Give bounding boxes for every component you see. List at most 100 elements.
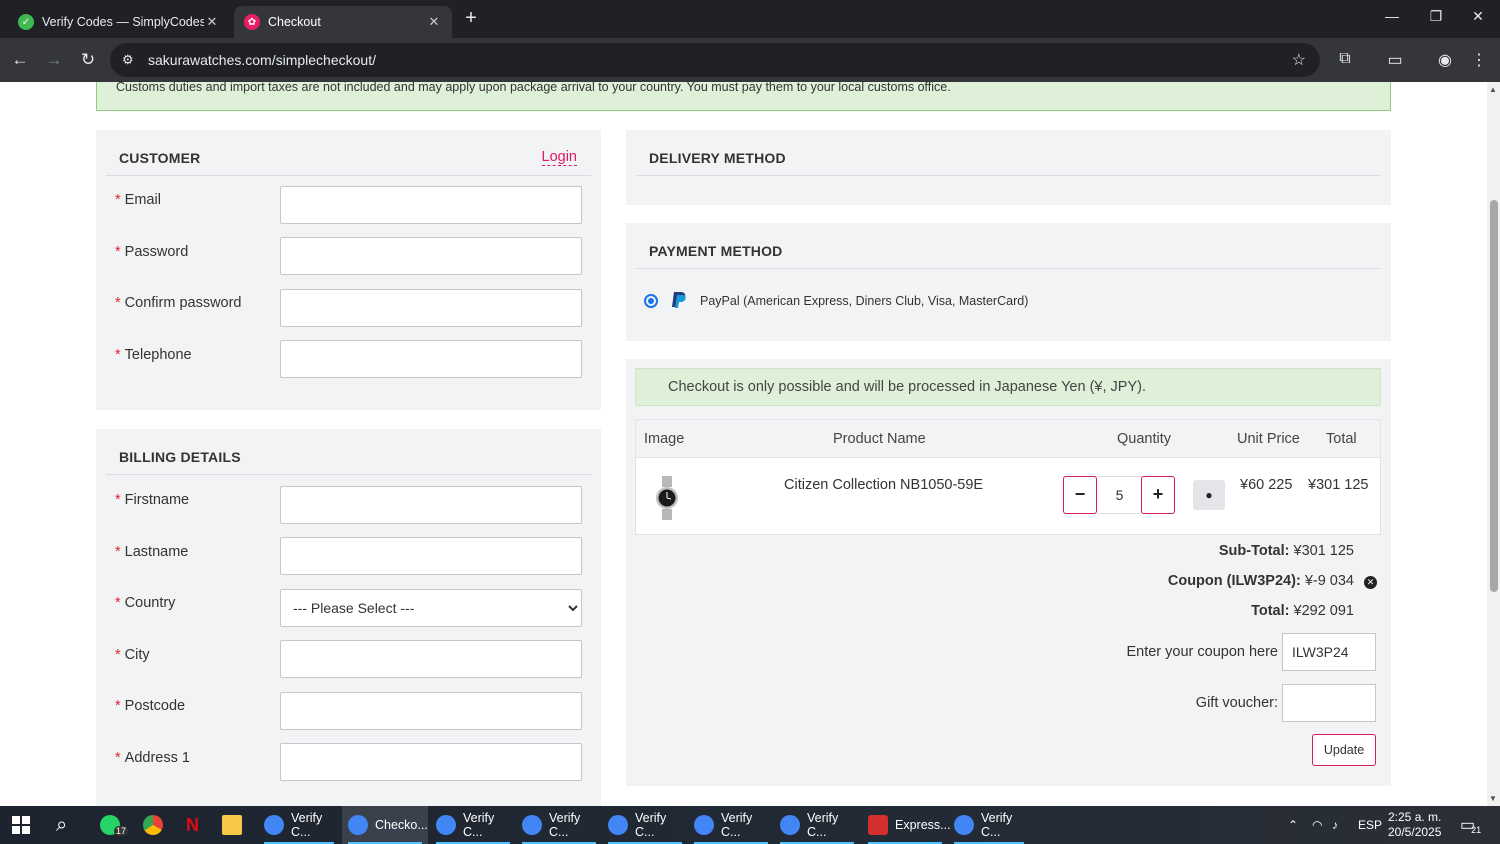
email-field[interactable] [280, 186, 582, 224]
email-label: * Email [115, 192, 161, 208]
wifi-icon[interactable]: ◠ [1312, 806, 1322, 844]
firstname-label: * Firstname [115, 492, 190, 508]
divider [106, 474, 591, 475]
postcode-label: * Postcode [115, 698, 186, 714]
telephone-label: * Telephone [115, 347, 192, 363]
address1-field[interactable] [280, 743, 582, 781]
volume-icon[interactable]: ♪ [1332, 806, 1338, 844]
taskbar-item-7[interactable]: Verify C... [774, 806, 860, 844]
clock-time: 2:25 a. m. [1388, 810, 1442, 824]
taskbar-item-3[interactable]: Verify C... [430, 806, 516, 844]
confirm-password-field[interactable] [280, 289, 582, 327]
product-name[interactable]: Citizen Collection NB1050-59E [784, 477, 983, 493]
scroll-up-icon[interactable]: ▲ [1489, 85, 1497, 94]
page-scrollbar[interactable]: ▲ ▼ [1487, 82, 1500, 806]
close-window-icon[interactable]: ✕ [1458, 8, 1498, 25]
telephone-field[interactable] [280, 340, 582, 378]
close-tab-icon[interactable]: ✕ [204, 14, 220, 30]
decrease-quantity-button[interactable]: − [1063, 476, 1097, 514]
whatsapp-icon[interactable]: 17 [100, 806, 129, 844]
address1-label: * Address 1 [115, 750, 190, 766]
url-text: sakurawatches.com/simplecheckout/ [148, 52, 376, 68]
tab-checkout[interactable]: ✿ Checkout ✕ [234, 6, 452, 38]
login-link[interactable]: Login [541, 149, 577, 166]
windows-start-icon[interactable] [12, 816, 30, 834]
gift-voucher-input[interactable] [1282, 684, 1376, 722]
bookmark-star-icon[interactable]: ☆ [1292, 50, 1306, 70]
postcode-field[interactable] [280, 692, 582, 730]
language-indicator[interactable]: ESP [1358, 806, 1382, 844]
firstname-field[interactable] [280, 486, 582, 524]
search-icon[interactable]: ⌕ [56, 806, 67, 844]
watch-image[interactable] [654, 476, 680, 520]
close-tab-icon[interactable]: ✕ [426, 14, 442, 30]
scrollbar-thumb[interactable] [1490, 200, 1498, 592]
taskbar-item-5[interactable]: Verify C... [602, 806, 688, 844]
profile-icon[interactable]: ◉ [1434, 50, 1456, 70]
clock[interactable]: 2:25 a. m. 20/5/2025 [1388, 806, 1441, 844]
chrome-icon[interactable] [143, 806, 170, 844]
reload-icon[interactable]: ↻ [76, 48, 100, 72]
yen-notice: Checkout is only possible and will be pr… [635, 368, 1381, 406]
paypal-option[interactable]: PayPal (American Express, Diners Club, V… [644, 291, 1028, 311]
subtotal-value: ¥301 125 [1293, 543, 1354, 559]
forward-icon[interactable]: → [42, 48, 66, 72]
increase-quantity-button[interactable]: + [1141, 476, 1175, 514]
lastname-field[interactable] [280, 537, 582, 575]
subtotal-label: Sub-Total: [1218, 543, 1290, 559]
city-label: * City [115, 647, 150, 663]
cart-table: Image Product Name Quantity Unit Price T… [635, 419, 1381, 535]
tab-verify-codes[interactable]: ✓ Verify Codes — SimplyCodes ✕ [8, 6, 230, 38]
delivery-heading: DELIVERY METHOD [649, 150, 786, 166]
remove-item-button[interactable]: ● [1193, 480, 1225, 510]
show-hidden-icons[interactable]: ⌃ [1288, 806, 1298, 844]
payment-heading: PAYMENT METHOD [649, 243, 783, 259]
city-field[interactable] [280, 640, 582, 678]
password-field[interactable] [280, 237, 582, 275]
coupon-input[interactable]: ILW3P24 [1282, 633, 1376, 671]
divider [636, 175, 1381, 176]
simplycodes-icon: ✓ [18, 14, 34, 30]
taskbar-item-4[interactable]: Verify C... [516, 806, 602, 844]
clock-date: 20/5/2025 [1388, 825, 1442, 839]
quantity-input[interactable]: 5 [1097, 476, 1142, 514]
item-total: ¥301 125 [1308, 477, 1369, 493]
restore-icon[interactable]: ❐ [1416, 8, 1456, 25]
divider [636, 268, 1381, 269]
address-bar[interactable]: ⚙ sakurawatches.com/simplecheckout/ ☆ [110, 43, 1320, 77]
update-button[interactable]: Update [1312, 734, 1376, 766]
notifications-icon[interactable]: ▭ 21 [1460, 806, 1481, 844]
coupon-label: Coupon (ILW3P24): [1167, 573, 1301, 589]
col-quantity: Quantity [1117, 431, 1171, 447]
minimize-icon[interactable]: — [1372, 8, 1412, 24]
browser-toolbar: ← → ↻ ⚙ sakurawatches.com/simplecheckout… [0, 38, 1500, 82]
notifications-count: 21 [1471, 825, 1482, 835]
taskbar-item-2[interactable]: Checko... [342, 806, 428, 844]
col-product-name: Product Name [833, 431, 926, 447]
cast-icon[interactable]: ▭ [1384, 50, 1406, 70]
sakura-icon: ✿ [244, 14, 260, 30]
extensions-icon[interactable]: ⧉ [1334, 50, 1356, 68]
taskbar-item-9[interactable]: Verify C... [948, 806, 1030, 844]
scroll-down-icon[interactable]: ▼ [1489, 794, 1497, 803]
total-row: Total: ¥292 091 [1251, 603, 1354, 619]
taskbar-item-8[interactable]: Express... [862, 806, 951, 844]
remove-coupon-icon[interactable]: ✕ [1364, 576, 1377, 589]
paypal-radio[interactable] [644, 294, 658, 308]
customer-panel: CUSTOMER Login * Email * Password * Confirm… [96, 130, 601, 410]
col-unit-price: Unit Price [1237, 431, 1300, 447]
taskbar-item-1[interactable]: Verify C... [258, 806, 340, 844]
file-explorer-icon[interactable] [222, 806, 249, 844]
new-tab-icon[interactable]: + [460, 8, 482, 30]
site-info-icon[interactable]: ⚙ [122, 52, 144, 68]
country-select[interactable]: --- Please Select --- [280, 589, 582, 627]
tab-title: Verify Codes — SimplyCodes [42, 15, 204, 29]
back-icon[interactable]: ← [8, 48, 32, 72]
paypal-icon [672, 292, 686, 308]
netflix-icon[interactable]: N [186, 806, 199, 844]
cart-panel: Checkout is only possible and will be pr… [626, 359, 1391, 786]
menu-icon[interactable]: ⋮ [1468, 50, 1490, 70]
cart-header-row: Image Product Name Quantity Unit Price T… [636, 420, 1380, 458]
page-content: Customs duties and import taxes are not … [0, 82, 1487, 806]
taskbar-item-6[interactable]: Verify C... [688, 806, 774, 844]
